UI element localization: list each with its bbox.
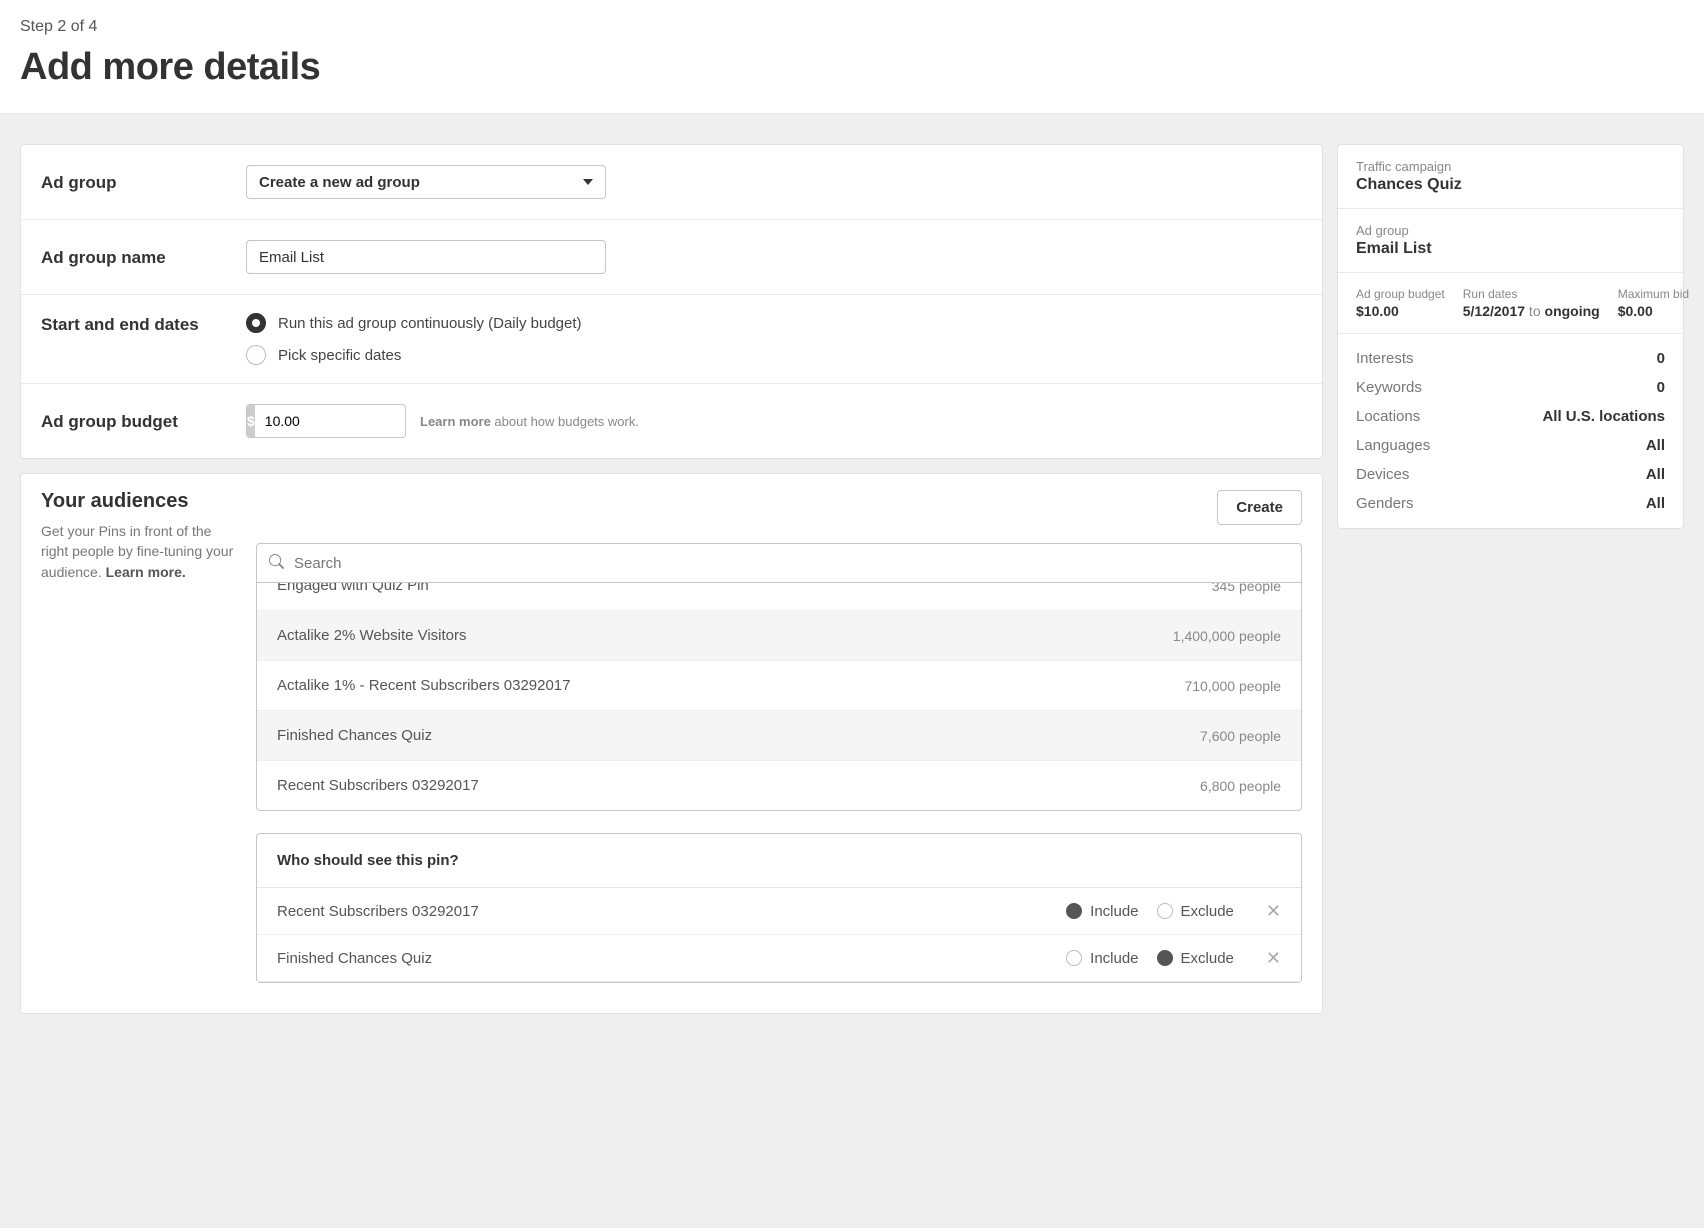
audience-name: Finished Chances Quiz [277,727,432,744]
audience-count: 1,400,000 people [1173,628,1281,644]
audience-search-input[interactable] [294,555,1289,572]
targeting-summary: Interests 0 Keywords 0 Locations All U.S. loc… [1338,334,1683,528]
ad-group-name-label: Ad group name [41,246,246,268]
audience-list[interactable]: Engaged with Quiz Pin 345 people Actalike … [256,583,1302,811]
dates-label: Start and end dates [41,313,246,335]
visibility-title: Who should see this pin? [257,834,1301,888]
targeting-row: Genders All [1338,489,1683,518]
visibility-row: Finished Chances QuizInclude Exclude ✕ [257,935,1301,982]
targeting-value: 0 [1657,350,1665,367]
targeting-label: Genders [1356,495,1414,512]
page-header: Step 2 of 4 Add more details [0,0,1704,114]
metric-maxbid-label: Maximum bid [1618,287,1689,301]
targeting-label: Devices [1356,466,1409,483]
targeting-label: Locations [1356,408,1420,425]
targeting-value: 0 [1657,379,1665,396]
radio-pick-label: Pick specific dates [278,347,401,364]
step-indicator: Step 2 of 4 [20,18,1684,36]
search-icon [269,554,284,573]
targeting-value: All [1646,466,1665,483]
radio-icon [246,313,266,333]
page-title: Add more details [20,46,1684,89]
budget-input[interactable] [255,405,406,437]
include-option[interactable]: Include [1066,903,1138,920]
budget-field[interactable]: $ [246,404,406,438]
targeting-row: Locations All U.S. locations [1338,402,1683,431]
metric-dates-label: Run dates [1463,287,1600,301]
currency-prefix: $ [247,405,255,437]
chevron-down-icon [583,179,593,185]
audience-list-item[interactable]: Engaged with Quiz Pin 345 people [257,583,1301,610]
audience-list-item[interactable]: Recent Subscribers 03292017 6,800 people [257,760,1301,810]
ad-group-form-card: Ad group Create a new ad group Ad group … [20,144,1323,459]
include-option[interactable]: Include [1066,950,1138,967]
audience-list-item[interactable]: Actalike 1% - Recent Subscribers 0329201… [257,660,1301,710]
radio-icon [1157,903,1173,919]
audience-name: Actalike 2% Website Visitors [277,627,467,644]
audience-list-item[interactable]: Actalike 2% Website Visitors 1,400,000 pe… [257,610,1301,660]
audience-count: 710,000 people [1184,678,1281,694]
ad-group-name-input[interactable] [246,240,606,274]
audience-name: Engaged with Quiz Pin [277,583,429,594]
audiences-card: Your audiences Get your Pins in front of… [20,473,1323,1014]
sidebar-group-name: Email List [1356,240,1665,258]
exclude-option[interactable]: Exclude [1157,950,1234,967]
ad-group-select-text: Create a new ad group [259,174,420,191]
remove-icon[interactable]: ✕ [1266,949,1281,967]
targeting-value: All [1646,437,1665,454]
audience-search-box[interactable] [256,543,1302,583]
audience-name: Actalike 1% - Recent Subscribers 0329201… [277,677,571,694]
campaign-name: Chances Quiz [1356,176,1665,194]
targeting-label: Interests [1356,350,1414,367]
radio-icon [1066,903,1082,919]
targeting-value: All U.S. locations [1542,408,1665,425]
visibility-audience-name: Finished Chances Quiz [277,950,1066,967]
metric-budget-label: Ad group budget [1356,287,1445,301]
audience-count: 6,800 people [1200,778,1281,794]
ad-group-select[interactable]: Create a new ad group [246,165,606,199]
metric-dates-value: 5/12/2017 to ongoing [1463,303,1600,319]
visibility-box: Who should see this pin? Recent Subscrib… [256,833,1302,983]
audience-count: 7,600 people [1200,728,1281,744]
targeting-row: Keywords 0 [1338,373,1683,402]
exclude-option[interactable]: Exclude [1157,903,1234,920]
create-audience-button[interactable]: Create [1217,490,1302,525]
targeting-value: All [1646,495,1665,512]
visibility-row: Recent Subscribers 03292017Include Exclud… [257,888,1301,935]
targeting-label: Keywords [1356,379,1422,396]
radio-continuous-label: Run this ad group continuously (Daily bu… [278,315,582,332]
targeting-row: Devices All [1338,460,1683,489]
campaign-type-label: Traffic campaign [1356,159,1665,174]
targeting-row: Interests 0 [1338,344,1683,373]
remove-icon[interactable]: ✕ [1266,902,1281,920]
audience-count: 345 people [1212,583,1281,594]
budget-label: Ad group budget [41,410,246,432]
radio-pick-dates[interactable]: Pick specific dates [246,345,1302,365]
audiences-description: Get your Pins in front of the right peop… [41,521,236,582]
budget-hint: Learn more about how budgets work. [420,414,639,429]
visibility-audience-name: Recent Subscribers 03292017 [277,903,1066,920]
targeting-label: Languages [1356,437,1430,454]
radio-icon [1066,950,1082,966]
radio-continuous[interactable]: Run this ad group continuously (Daily bu… [246,313,1302,333]
metric-budget-value: $10.00 [1356,303,1445,319]
radio-icon [246,345,266,365]
audience-name: Recent Subscribers 03292017 [277,777,479,794]
audiences-learn-more-link[interactable]: Learn more. [106,564,186,580]
ad-group-label: Ad group [41,171,246,193]
targeting-row: Languages All [1338,431,1683,460]
metric-maxbid-value: $0.00 [1618,303,1689,319]
radio-icon [1157,950,1173,966]
audiences-title: Your audiences [41,490,236,513]
summary-sidebar: Traffic campaign Chances Quiz Ad group E… [1337,144,1684,529]
sidebar-group-label: Ad group [1356,223,1665,238]
audience-list-item[interactable]: Finished Chances Quiz 7,600 people [257,710,1301,760]
learn-more-link[interactable]: Learn more [420,414,491,429]
